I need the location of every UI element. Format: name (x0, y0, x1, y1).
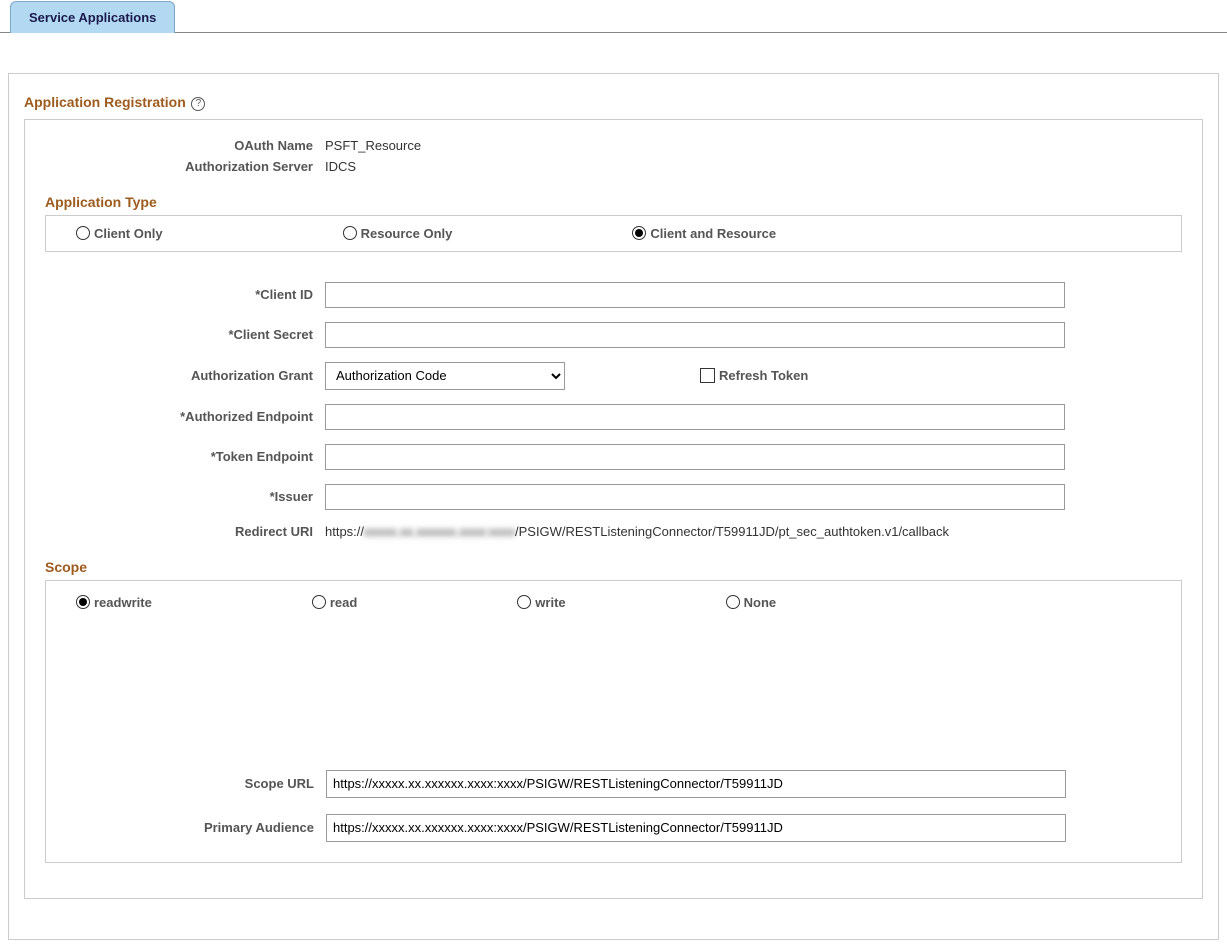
auth-endpoint-input[interactable] (325, 404, 1065, 430)
primary-audience-row: Primary Audience (76, 814, 1151, 842)
radio-resource-only[interactable]: Resource Only (343, 226, 453, 241)
oauth-name-label: OAuth Name (45, 138, 325, 153)
client-secret-row: *Client Secret (45, 322, 1182, 348)
content-box: OAuth Name PSFT_Resource Authorization S… (24, 119, 1203, 899)
radio-read[interactable]: read (312, 595, 357, 610)
app-type-radio-group: Client Only Resource Only Client and Res… (45, 215, 1182, 252)
radio-icon (76, 226, 90, 240)
radio-label: write (535, 595, 565, 610)
radio-icon (343, 226, 357, 240)
refresh-token-label: Refresh Token (719, 368, 808, 383)
scope-radio-group: readwrite read write None (76, 595, 1151, 610)
tab-bar: Service Applications (0, 0, 1227, 33)
scope-title: Scope (45, 559, 1182, 575)
auth-grant-label: Authorization Grant (45, 368, 325, 383)
redirect-uri-label: Redirect URI (45, 524, 325, 539)
redirect-uri-value: https://xxxxx.xx.xxxxxx.xxxx:xxxx/PSIGW/… (325, 524, 949, 539)
auth-grant-row: Authorization Grant Authorization Code R… (45, 362, 1182, 390)
token-endpoint-input[interactable] (325, 444, 1065, 470)
scope-url-row: Scope URL (76, 770, 1151, 798)
section-header: Application Registration ? (24, 94, 1203, 111)
radio-icon (76, 595, 90, 609)
radio-label: read (330, 595, 357, 610)
redirect-uri-hidden: xxxxx.xx.xxxxxx.xxxx:xxxx (364, 524, 515, 539)
redirect-uri-suffix: /PSIGW/RESTListeningConnector/T59911JD/p… (515, 524, 949, 539)
client-id-label: *Client ID (45, 287, 325, 302)
auth-server-label: Authorization Server (45, 159, 325, 174)
radio-label: Client Only (94, 226, 163, 241)
radio-client-and-resource[interactable]: Client and Resource (632, 226, 776, 241)
auth-endpoint-row: *Authorized Endpoint (45, 404, 1182, 430)
radio-client-only[interactable]: Client Only (76, 226, 163, 241)
oauth-name-value: PSFT_Resource (325, 138, 421, 153)
scope-url-label: Scope URL (76, 776, 326, 791)
auth-server-row: Authorization Server IDCS (45, 159, 1182, 174)
tab-service-applications[interactable]: Service Applications (10, 1, 175, 33)
redirect-uri-row: Redirect URI https://xxxxx.xx.xxxxxx.xxx… (45, 524, 1182, 539)
scope-url-input[interactable] (326, 770, 1066, 798)
issuer-label: *Issuer (45, 489, 325, 504)
radio-label: readwrite (94, 595, 152, 610)
issuer-row: *Issuer (45, 484, 1182, 510)
auth-server-value: IDCS (325, 159, 356, 174)
token-endpoint-row: *Token Endpoint (45, 444, 1182, 470)
token-endpoint-label: *Token Endpoint (45, 449, 325, 464)
radio-write[interactable]: write (517, 595, 565, 610)
radio-label: Resource Only (361, 226, 453, 241)
radio-label: Client and Resource (650, 226, 776, 241)
primary-audience-label: Primary Audience (76, 820, 326, 835)
help-icon[interactable]: ? (191, 97, 205, 111)
checkbox-icon (700, 368, 715, 383)
auth-grant-select[interactable]: Authorization Code (325, 362, 565, 390)
radio-readwrite[interactable]: readwrite (76, 595, 152, 610)
refresh-token-checkbox[interactable]: Refresh Token (700, 368, 808, 383)
client-id-input[interactable] (325, 282, 1065, 308)
radio-icon (632, 226, 646, 240)
radio-label: None (744, 595, 777, 610)
radio-none[interactable]: None (726, 595, 777, 610)
client-id-row: *Client ID (45, 282, 1182, 308)
issuer-input[interactable] (325, 484, 1065, 510)
radio-icon (726, 595, 740, 609)
primary-audience-input[interactable] (326, 814, 1066, 842)
app-type-title: Application Type (45, 194, 1182, 210)
client-secret-input[interactable] (325, 322, 1065, 348)
redirect-uri-prefix: https:// (325, 524, 364, 539)
auth-endpoint-label: *Authorized Endpoint (45, 409, 325, 424)
page-body: Application Registration ? OAuth Name PS… (8, 73, 1219, 940)
scope-box: readwrite read write None Scope URL (45, 580, 1182, 863)
oauth-name-row: OAuth Name PSFT_Resource (45, 138, 1182, 153)
section-title: Application Registration (24, 94, 186, 110)
radio-icon (517, 595, 531, 609)
radio-icon (312, 595, 326, 609)
client-secret-label: *Client Secret (45, 327, 325, 342)
